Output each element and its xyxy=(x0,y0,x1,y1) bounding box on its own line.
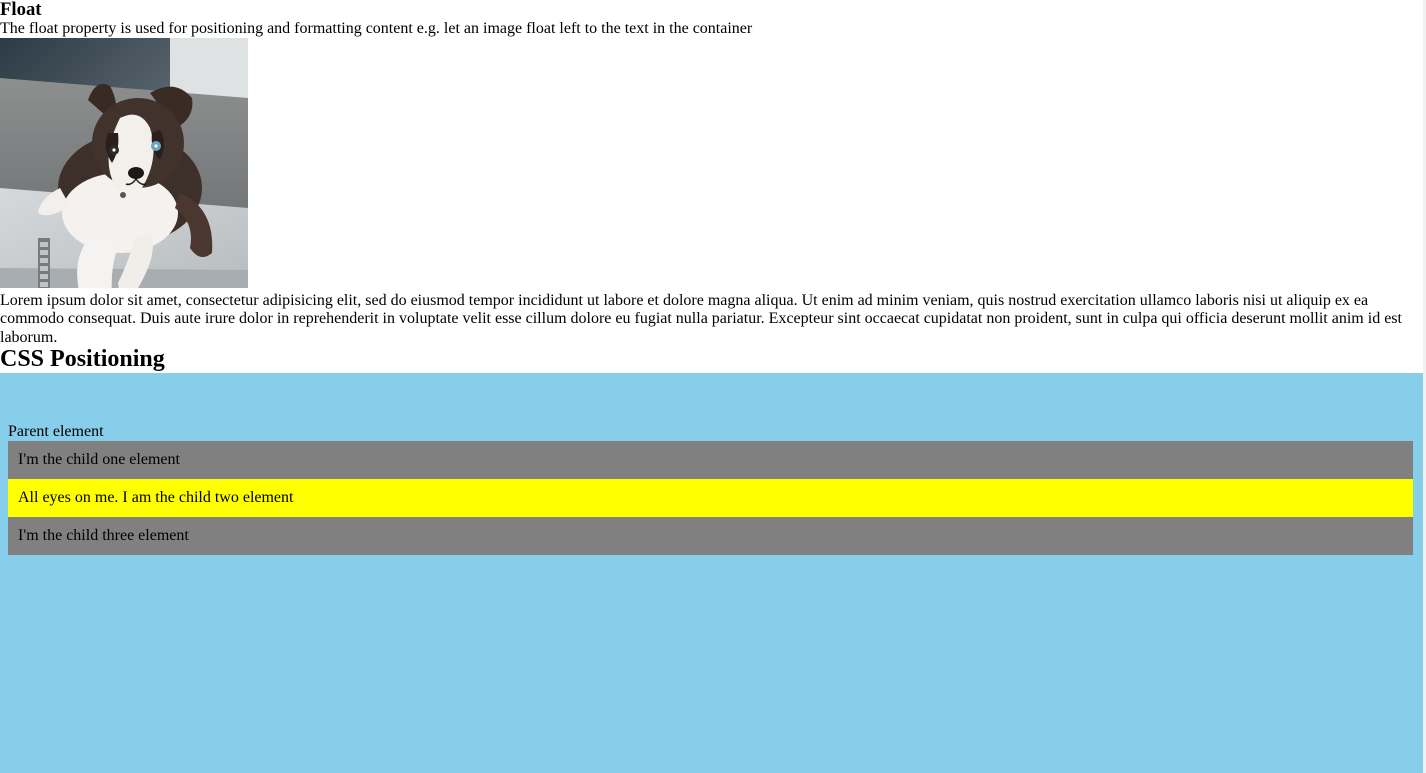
child-one: I'm the child one element xyxy=(8,441,1413,479)
page: Float The float property is used for pos… xyxy=(0,0,1423,773)
float-description: The float property is used for positioni… xyxy=(0,20,753,37)
puppy-image xyxy=(0,38,248,288)
child-three: I'm the child three element xyxy=(8,517,1413,555)
child-two: All eyes on me. I am the child two eleme… xyxy=(8,479,1413,517)
positioning-heading: CSS Positioning xyxy=(0,345,165,372)
float-heading: Float xyxy=(0,0,42,20)
parent-label: Parent element xyxy=(8,423,104,440)
parent-element: Parent element I'm the child one element… xyxy=(0,373,1423,773)
lorem-paragraph: Lorem ipsum dolor sit amet, consectetur … xyxy=(0,292,1402,346)
